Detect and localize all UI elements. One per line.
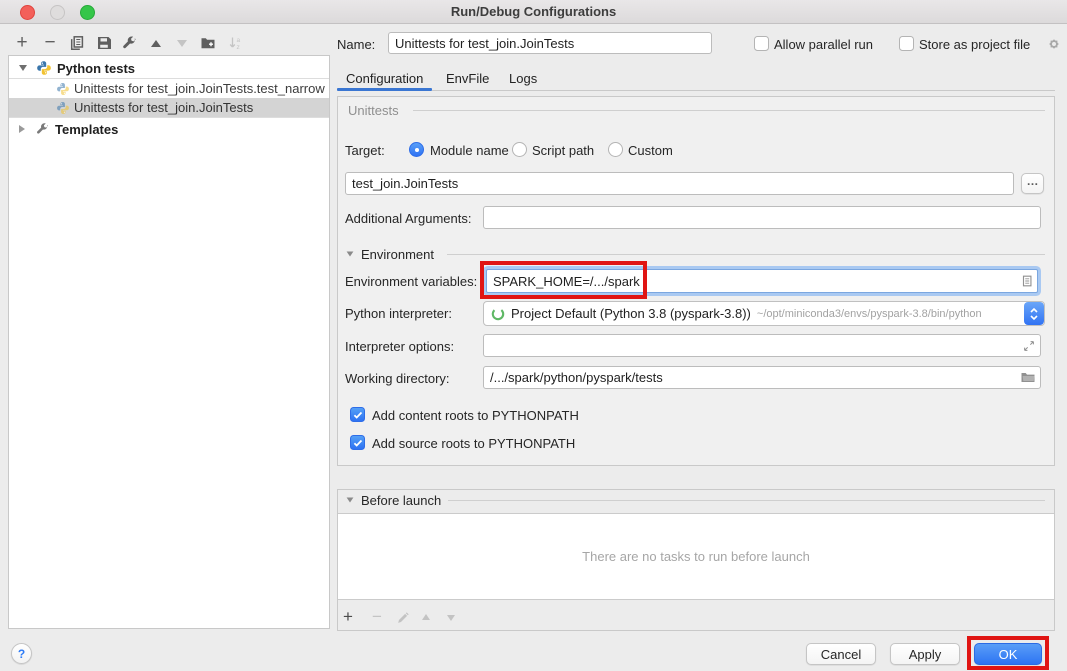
- edit-templates-icon[interactable]: [120, 33, 140, 53]
- allow-parallel-run-label[interactable]: Allow parallel run: [774, 37, 873, 53]
- interpreter-dropdown-stepper[interactable]: [1024, 302, 1044, 325]
- allow-parallel-run-checkbox[interactable]: [754, 36, 769, 51]
- edit-task-icon: [396, 611, 410, 625]
- tab-envfile[interactable]: EnvFile: [446, 71, 489, 86]
- environment-section-title[interactable]: Environment: [361, 247, 434, 263]
- python-test-icon: [56, 82, 70, 96]
- before-launch-empty-message: There are no tasks to run before launch: [582, 549, 810, 564]
- python-icon: [36, 60, 52, 76]
- move-up-icon[interactable]: [146, 33, 166, 53]
- new-folder-icon[interactable]: [198, 33, 218, 53]
- environment-variables-input[interactable]: [486, 269, 1038, 293]
- expand-field-icon[interactable]: [1022, 339, 1036, 353]
- target-module-name-label[interactable]: Module name: [430, 143, 509, 159]
- move-task-up-icon: [422, 614, 430, 620]
- target-label: Target:: [345, 143, 385, 159]
- before-launch-collapse-icon[interactable]: [347, 497, 354, 502]
- move-task-down-icon: [447, 615, 455, 621]
- apply-button[interactable]: Apply: [890, 643, 960, 665]
- interpreter-options-input[interactable]: [483, 334, 1041, 357]
- python-env-icon: [490, 306, 506, 322]
- unittests-section-rule: [413, 110, 1045, 111]
- add-task-icon[interactable]: +: [343, 610, 353, 624]
- help-button[interactable]: ?: [11, 643, 32, 664]
- python-interpreter-path: ~/opt/miniconda3/envs/pyspark-3.8/bin/py…: [757, 308, 1024, 320]
- working-directory-input[interactable]: [483, 366, 1041, 389]
- additional-arguments-label: Additional Arguments:: [345, 211, 471, 227]
- edit-env-vars-icon[interactable]: [1020, 274, 1034, 288]
- environment-variables-label: Environment variables:: [345, 274, 477, 290]
- copy-configuration-icon[interactable]: [67, 33, 87, 53]
- cancel-button[interactable]: Cancel: [806, 643, 876, 665]
- python-interpreter-value: Project Default (Python 3.8 (pyspark-3.8…: [511, 306, 751, 321]
- browse-folder-icon[interactable]: [1020, 369, 1036, 385]
- add-source-roots-checkbox[interactable]: [350, 435, 365, 450]
- browse-module-button[interactable]: …: [1021, 173, 1044, 194]
- before-launch-section-rule: [448, 500, 1045, 501]
- tree-item-label: Unittests for test_join.JoinTests.test_n…: [74, 81, 325, 96]
- target-custom-radio[interactable]: [608, 142, 623, 157]
- add-content-roots-checkbox[interactable]: [350, 407, 365, 422]
- store-as-project-file-label[interactable]: Store as project file: [919, 37, 1030, 53]
- apply-button-label: Apply: [909, 647, 942, 662]
- store-as-project-file-checkbox[interactable]: [899, 36, 914, 51]
- store-options-gear-icon[interactable]: [1046, 36, 1062, 52]
- ok-button[interactable]: OK: [974, 643, 1042, 665]
- expander-right-icon[interactable]: [19, 125, 25, 133]
- up-down-chevrons-icon: [1029, 306, 1039, 322]
- tree-item-python-tests[interactable]: Python tests: [9, 58, 329, 78]
- module-name-input[interactable]: [345, 172, 1014, 195]
- run-debug-configurations-dialog: Run/Debug Configurations + − Python test…: [0, 0, 1067, 671]
- add-source-roots-label[interactable]: Add source roots to PYTHONPATH: [372, 436, 575, 452]
- before-launch-section-title[interactable]: Before launch: [361, 493, 441, 509]
- working-directory-label: Working directory:: [345, 371, 450, 387]
- titlebar: Run/Debug Configurations: [0, 0, 1067, 24]
- tree-item-label: Python tests: [57, 61, 135, 76]
- before-launch-task-list: There are no tasks to run before launch: [338, 513, 1054, 600]
- environment-section-rule: [447, 254, 1045, 255]
- python-test-icon: [56, 101, 70, 115]
- tab-configuration[interactable]: Configuration: [346, 71, 423, 86]
- browse-ellipsis: …: [1027, 177, 1039, 185]
- window-title: Run/Debug Configurations: [0, 4, 1067, 19]
- target-module-name-radio[interactable]: [409, 142, 424, 157]
- additional-arguments-input[interactable]: [483, 206, 1041, 229]
- environment-collapse-icon[interactable]: [347, 251, 354, 256]
- target-script-path-label[interactable]: Script path: [532, 143, 594, 159]
- interpreter-options-label: Interpreter options:: [345, 339, 454, 355]
- tree-item-label: Templates: [55, 122, 118, 137]
- target-script-path-radio[interactable]: [512, 142, 527, 157]
- add-configuration-icon[interactable]: +: [12, 33, 32, 53]
- name-label: Name:: [337, 37, 375, 53]
- remove-task-icon: −: [372, 610, 382, 624]
- save-configuration-icon[interactable]: [94, 33, 114, 53]
- add-content-roots-label[interactable]: Add content roots to PYTHONPATH: [372, 408, 579, 424]
- configurations-tree: Python tests Unittests for test_join.Joi…: [8, 55, 330, 629]
- name-input[interactable]: [388, 32, 712, 54]
- tree-item-label: Unittests for test_join.JoinTests: [74, 100, 253, 115]
- sort-configurations-icon: [226, 33, 246, 53]
- ok-button-label: OK: [999, 647, 1018, 662]
- move-down-icon: [172, 33, 192, 53]
- tree-item-unittests-jointests-selected[interactable]: Unittests for test_join.JoinTests: [9, 98, 329, 118]
- active-tab-underline: [337, 88, 432, 91]
- python-interpreter-label: Python interpreter:: [345, 306, 452, 322]
- target-custom-label[interactable]: Custom: [628, 143, 673, 159]
- python-interpreter-select[interactable]: Project Default (Python 3.8 (pyspark-3.8…: [483, 301, 1045, 326]
- expander-down-icon[interactable]: [19, 65, 27, 71]
- tree-item-unittests-test-narrow[interactable]: Unittests for test_join.JoinTests.test_n…: [9, 78, 329, 98]
- tabs-divider: [432, 90, 1055, 91]
- cancel-button-label: Cancel: [821, 647, 861, 662]
- tab-logs[interactable]: Logs: [509, 71, 537, 86]
- unittests-section-title: Unittests: [348, 103, 399, 118]
- wrench-icon: [36, 122, 50, 136]
- remove-configuration-icon[interactable]: −: [40, 33, 60, 53]
- tree-item-templates[interactable]: Templates: [9, 119, 329, 139]
- help-question-mark: ?: [18, 647, 25, 661]
